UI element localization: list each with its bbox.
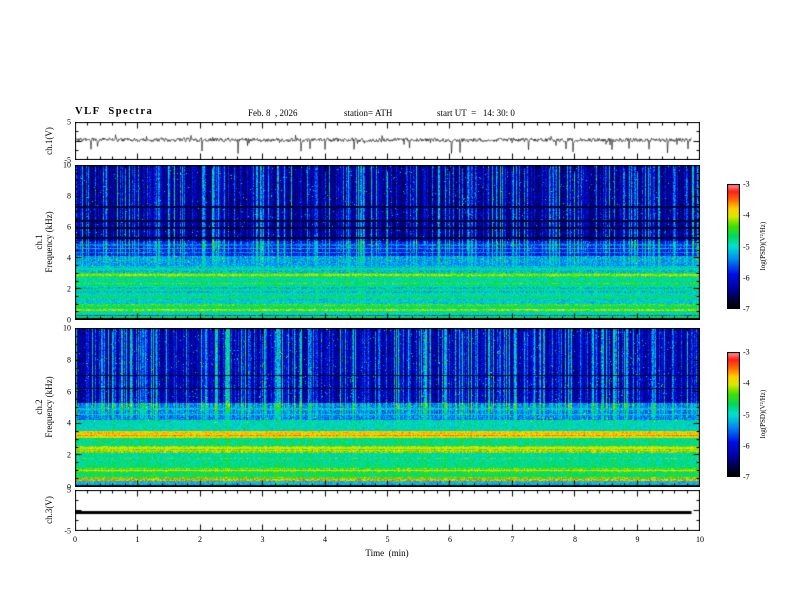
ch2-freq-tick-label: 10 [63,323,71,333]
ch1-waveform-plot [75,122,700,160]
time-axis-label: Time (min) [365,548,409,558]
ch1-freq-tick-label: 6 [67,222,71,232]
ch3-voltage-axis-label: ch.3(V) [44,496,54,524]
colorbar-tick-label: -3 [743,347,750,357]
x-tick-label: 6 [448,535,452,544]
vlf-spectra-figure: VLF Spectra Feb. 8 , 2026 station= ATH s… [0,0,792,612]
ch2-spectrogram [75,328,700,487]
ch3-waveform-plot [75,490,700,531]
ch2-freq-tick-label: 6 [67,387,71,397]
colorbar-tick-label: -5 [743,242,750,251]
ch2-axis-label-line2: Frequency (kHz) [44,376,54,438]
ch1-frequency-axis-label: ch.1 Frequency (kHz) [34,211,54,272]
header-station: station= ATH [344,108,393,118]
x-tick-label: 3 [260,535,265,544]
x-tick-label: 9 [635,535,640,544]
ch1-colorbar-label: log(PSD)(V²/Hz) [759,221,767,271]
ch1-freq-tick-label: 8 [67,191,71,201]
colorbar-tick-label: -4 [743,378,750,388]
ch2-colorbar [727,352,740,477]
ch2-freq-tick-label: 8 [67,355,71,365]
x-tick-label: 2 [198,535,202,544]
ch1-freq-tick-label: 4 [67,253,71,263]
colorbar-tick-label: -5 [743,410,750,419]
ch2-axis-label-line1: ch.2 [34,399,44,415]
figure-title: VLF Spectra [75,106,154,117]
colorbar-tick-label: -4 [743,210,750,220]
colorbar-tick-label: -6 [743,273,750,283]
x-tick-label: 1 [135,535,140,544]
ch1-spectrogram [75,165,700,320]
ch3-volt-tick-label: 5 [67,485,71,495]
header-start-ut: start UT = 14: 30: 0 [437,108,515,118]
x-tick-label: 5 [385,535,390,544]
ch2-freq-tick-label: 4 [67,418,71,428]
colorbar-tick-label: -7 [743,472,750,482]
x-tick-label: 10 [696,535,704,544]
ch3-volt-tick-label: -5 [64,526,71,536]
ch1-axis-label-line1: ch.1 [34,234,44,250]
x-tick-label: 8 [573,535,577,544]
ch2-freq-tick-label: 2 [67,450,71,460]
ch2-frequency-axis-label: ch.2 Frequency (kHz) [34,376,54,437]
x-tick-label: 4 [323,535,327,544]
ch1-freq-tick-label: 10 [63,160,71,170]
ch2-colorbar-label: log(PSD)(V²/Hz) [759,389,767,439]
ch1-axis-label-line2: Frequency (kHz) [44,211,54,273]
ch1-volt-tick-label: 5 [67,117,71,127]
header-date: Feb. 8 , 2026 [248,108,298,118]
x-tick-label: 0 [73,535,77,544]
ch1-colorbar [727,184,740,309]
colorbar-tick-label: -7 [743,304,750,314]
x-tick-label: 7 [510,535,515,544]
ch1-freq-tick-label: 2 [67,284,71,294]
colorbar-tick-label: -6 [743,441,750,451]
ch1-voltage-axis-label: ch.1(V) [44,127,54,155]
colorbar-tick-label: -3 [743,179,750,189]
